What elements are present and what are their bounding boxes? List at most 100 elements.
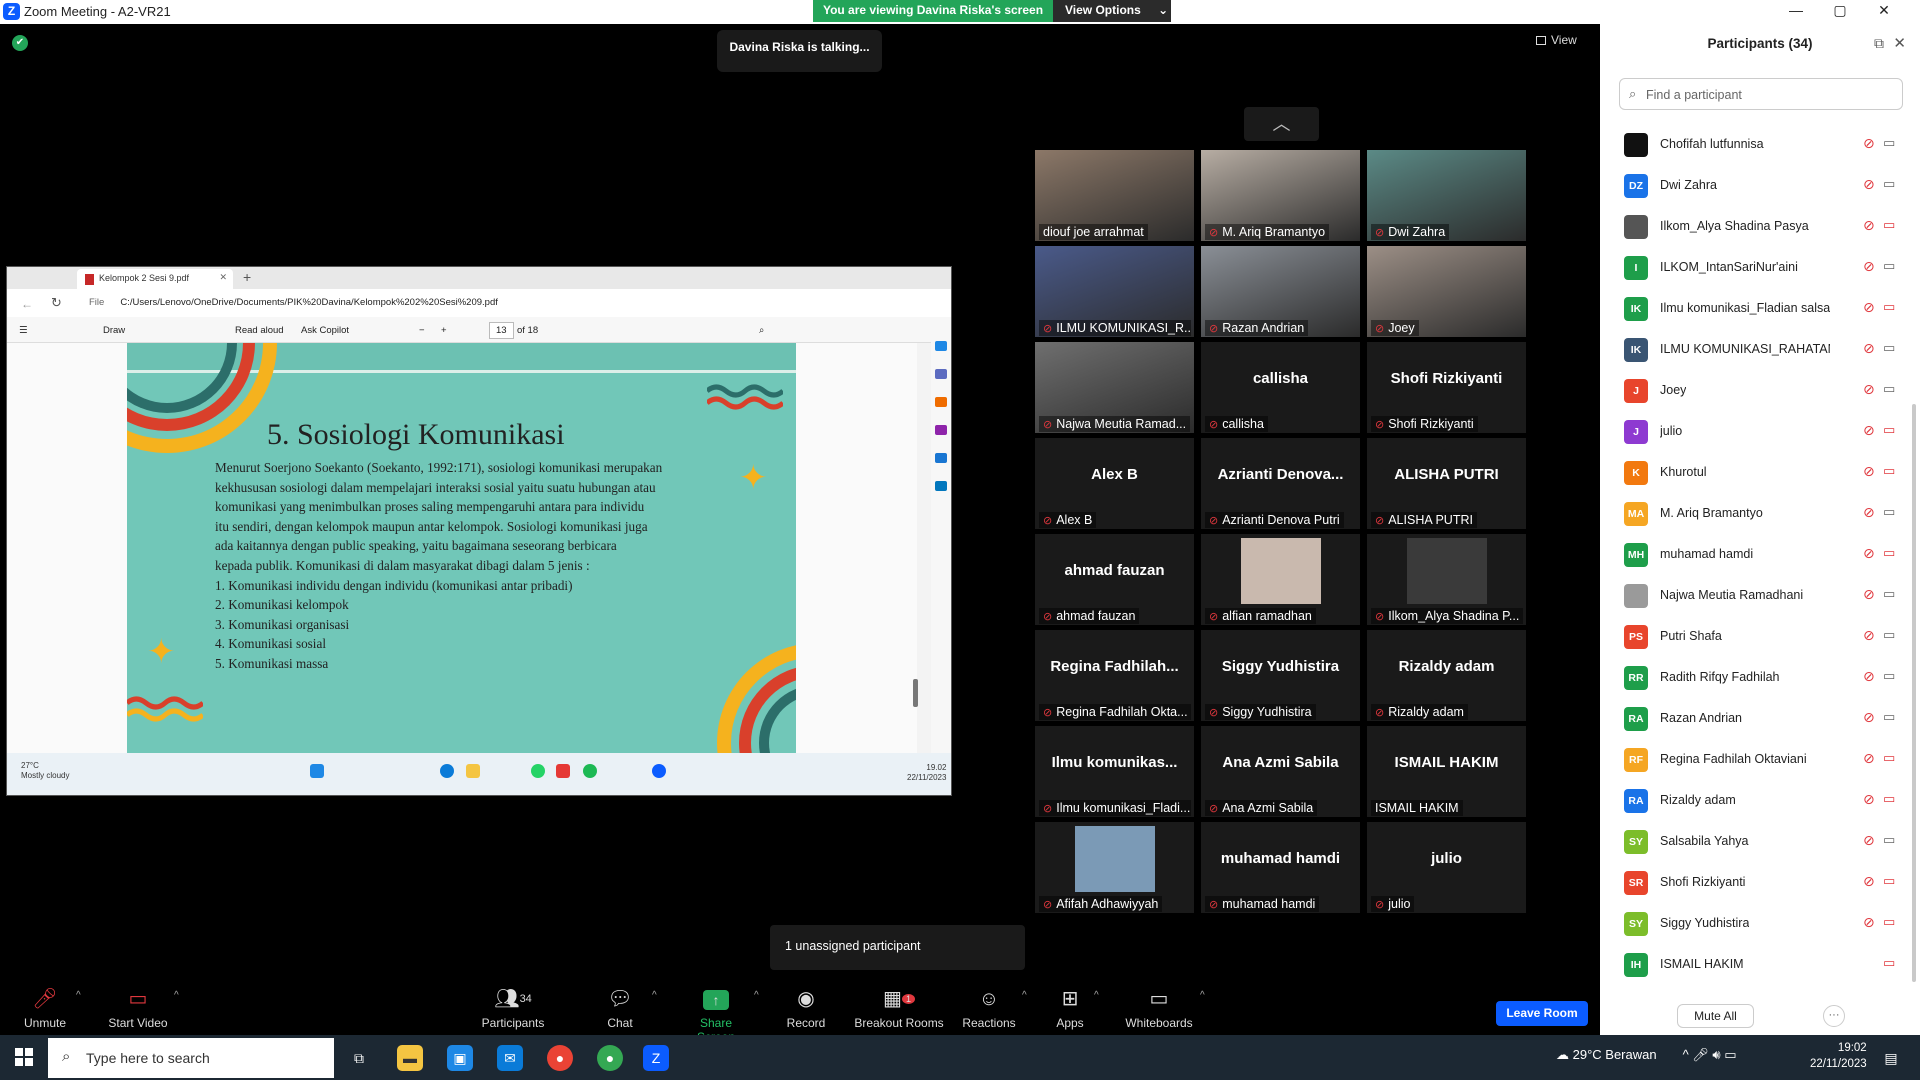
participant-row[interactable]: IK ILMU KOMUNIKASI_RAHATAMA... ⊘ ▭ — [1600, 329, 1908, 370]
close-tab-icon[interactable]: ✕ — [219, 272, 227, 283]
video-tile[interactable]: Siggy Yudhistira ⊘ Siggy Yudhistira — [1201, 630, 1360, 721]
caret-up-icon[interactable]: ^ — [1200, 990, 1205, 1001]
caret-up-icon[interactable]: ^ — [76, 990, 81, 1001]
view-button[interactable]: View — [1536, 33, 1577, 47]
file-explorer-icon[interactable]: ▬ — [397, 1045, 423, 1071]
pdf-search-icon[interactable]: ⌕ — [759, 325, 764, 336]
start-video-button[interactable]: ▭ Start Video ^ — [106, 988, 178, 1030]
back-icon[interactable]: ← — [21, 297, 33, 311]
caret-up-icon[interactable]: ^ — [1022, 990, 1027, 1001]
unmute-button[interactable]: 🎤︎ Unmute ^ — [24, 988, 81, 1030]
participants-button[interactable]: 👥︎34 Participants — [478, 988, 548, 1030]
video-tile[interactable]: ⊘ Razan Andrian — [1201, 246, 1360, 337]
video-tile[interactable]: Ilmu komunikas... ⊘ Ilmu komunikasi_Fladi.… — [1035, 726, 1194, 817]
video-tile[interactable]: ⊘ Joey — [1367, 246, 1526, 337]
reload-icon[interactable]: ↻ — [51, 295, 62, 311]
security-shield-icon[interactable]: ✔ — [12, 35, 28, 51]
video-tile[interactable]: ⊘ Najwa Meutia Ramad... — [1035, 342, 1194, 433]
video-tile[interactable]: muhamad hamdi ⊘ muhamad hamdi — [1201, 822, 1360, 913]
video-tile[interactable]: Azrianti Denova... ⊘ Azrianti Denova Putri — [1201, 438, 1360, 529]
record-button[interactable]: ◉ Record — [784, 988, 828, 1030]
sidebar-app-icon[interactable] — [935, 397, 947, 407]
popout-icon[interactable]: ⧉ — [1874, 35, 1884, 52]
sidebar-app-icon[interactable] — [935, 453, 947, 463]
participant-row[interactable]: RR Radith Rifqy Fadhilah ⊘ ▭ — [1600, 657, 1908, 698]
video-tile[interactable]: julio ⊘ julio — [1367, 822, 1526, 913]
zoom-taskbar-icon[interactable]: Z — [643, 1045, 669, 1071]
sidebar-app-icon[interactable] — [935, 341, 947, 351]
video-tile[interactable]: ⊘ Afifah Adhawiyyah — [1035, 822, 1194, 913]
participant-row[interactable]: Najwa Meutia Ramadhani ⊘ ▭ — [1600, 575, 1908, 616]
participant-row[interactable]: RF Regina Fadhilah Oktaviani ⊘ ▭ — [1600, 739, 1908, 780]
sidebar-app-icon[interactable] — [935, 369, 947, 379]
unassigned-participant-notice[interactable]: 1 unassigned participant — [770, 925, 1025, 970]
mail-icon[interactable]: ✉ — [497, 1045, 523, 1071]
video-tile[interactable]: ⊘ M. Ariq Bramantyo — [1201, 150, 1360, 241]
pdf-tab[interactable]: Kelompok 2 Sesi 9.pdf ✕ — [77, 269, 233, 289]
sidebar-app-icon[interactable] — [935, 425, 947, 435]
participant-row[interactable]: SR Shofi Rizkiyanti ⊘ ▭ — [1600, 862, 1908, 903]
video-tile[interactable]: Rizaldy adam ⊘ Rizaldy adam — [1367, 630, 1526, 721]
participant-row[interactable]: IK Ilmu komunikasi_Fladian salsabi... ⊘ ▭ — [1600, 288, 1908, 329]
participant-row[interactable]: IH ISMAIL HAKIM ▭ — [1600, 944, 1908, 985]
draw-button[interactable]: Draw — [103, 325, 125, 336]
video-tile[interactable]: Shofi Rizkiyanti ⊘ Shofi Rizkiyanti — [1367, 342, 1526, 433]
chrome-icon[interactable]: ● — [547, 1045, 573, 1071]
participant-row[interactable]: SY Siggy Yudhistira ⊘ ▭ — [1600, 903, 1908, 944]
video-tile[interactable]: Ana Azmi Sabila ⊘ Ana Azmi Sabila — [1201, 726, 1360, 817]
close-window-button[interactable]: ✕ — [1862, 2, 1906, 19]
close-panel-icon[interactable]: ✕ — [1893, 34, 1906, 52]
participant-row[interactable]: DZ Dwi Zahra ⊘ ▭ — [1600, 165, 1908, 206]
taskbar-clock[interactable]: 19:02 22/11/2023 — [1810, 1040, 1867, 1072]
participant-row[interactable]: RA Rizaldy adam ⊘ ▭ — [1600, 780, 1908, 821]
view-options-button[interactable]: View Options ⌄ — [1053, 0, 1171, 22]
video-tile[interactable]: ⊘ alfian ramadhan — [1201, 534, 1360, 625]
caret-up-icon[interactable]: ^ — [652, 990, 657, 1001]
participant-row[interactable]: MH muhamad hamdi ⊘ ▭ — [1600, 534, 1908, 575]
gallery-scroll-up-button[interactable]: ︿ — [1244, 107, 1319, 141]
video-tile[interactable]: diouf joe arrahmat — [1035, 150, 1194, 241]
video-tile[interactable]: Alex B ⊘ Alex B — [1035, 438, 1194, 529]
leave-room-button[interactable]: Leave Room — [1496, 1001, 1588, 1026]
participant-row[interactable]: Chofifah lutfunnisa ⊘ ▭ — [1600, 124, 1908, 165]
apps-button[interactable]: ⊞ Apps ^ — [1054, 988, 1098, 1030]
windows-start-button[interactable] — [15, 1048, 33, 1066]
video-tile[interactable]: ⊘ ILMU KOMUNIKASI_R... — [1035, 246, 1194, 337]
participant-row[interactable]: MA M. Ariq Bramantyo ⊘ ▭ — [1600, 493, 1908, 534]
whiteboards-button[interactable]: ▭ Whiteboards ^ — [1124, 988, 1204, 1030]
page-number-field[interactable]: 13 — [489, 322, 514, 339]
ask-copilot-button[interactable]: Ask Copilot — [301, 325, 349, 336]
zoom-in-icon[interactable]: + — [441, 325, 447, 336]
video-tile[interactable]: callisha ⊘ callisha — [1201, 342, 1360, 433]
participant-row[interactable]: J Joey ⊘ ▭ — [1600, 370, 1908, 411]
chat-button[interactable]: 💬︎ Chat ^ — [600, 988, 656, 1030]
read-aloud-button[interactable]: Read aloud — [235, 325, 284, 336]
task-view-icon[interactable]: ⧉ — [346, 1045, 372, 1071]
taskbar-weather[interactable]: 29°C Berawan — [1573, 1047, 1657, 1062]
participant-row[interactable]: I ILKOM_IntanSariNur'aini ⊘ ▭ — [1600, 247, 1908, 288]
maximize-button[interactable]: ▢ — [1818, 2, 1862, 19]
participant-list-scrollbar[interactable] — [1912, 404, 1916, 982]
participant-row[interactable]: Jjulio ⊘ ▭ — [1600, 411, 1908, 452]
video-tile[interactable]: ISMAIL HAKIM ISMAIL HAKIM — [1367, 726, 1526, 817]
tray-icons[interactable]: ^ 🎤︎ 🔊︎ ▭ — [1683, 1047, 1737, 1062]
participant-search-input[interactable]: ⌕ Find a participant — [1619, 78, 1903, 110]
caret-up-icon[interactable]: ^ — [754, 990, 759, 1001]
contents-icon[interactable]: ☰ — [19, 325, 28, 336]
video-tile[interactable]: ALISHA PUTRI ⊘ ALISHA PUTRI — [1367, 438, 1526, 529]
address-field[interactable]: File C:/Users/Lenovo/OneDrive/Documents/P… — [89, 297, 498, 308]
participant-row[interactable]: SY Salsabila Yahya ⊘ ▭ — [1600, 821, 1908, 862]
store-icon[interactable]: ▣ — [447, 1045, 473, 1071]
minimize-button[interactable]: — — [1774, 2, 1818, 18]
video-tile[interactable]: ahmad fauzan ⊘ ahmad fauzan — [1035, 534, 1194, 625]
caret-up-icon[interactable]: ^ — [1094, 990, 1099, 1001]
participant-row[interactable]: K Khurotul ⊘ ▭ — [1600, 452, 1908, 493]
participant-row[interactable]: Ilkom_Alya Shadina Pasya ⊘ ▭ — [1600, 206, 1908, 247]
zoom-out-icon[interactable]: − — [419, 325, 425, 336]
participant-row[interactable]: PS Putri Shafa ⊘ ▭ — [1600, 616, 1908, 657]
video-tile[interactable]: ⊘ Dwi Zahra — [1367, 150, 1526, 241]
participant-row[interactable]: RA Razan Andrian ⊘ ▭ — [1600, 698, 1908, 739]
pdf-scrollbar[interactable] — [913, 679, 918, 707]
notifications-icon[interactable]: ▤ — [1878, 1045, 1904, 1071]
mute-all-button[interactable]: Mute All — [1677, 1004, 1754, 1028]
